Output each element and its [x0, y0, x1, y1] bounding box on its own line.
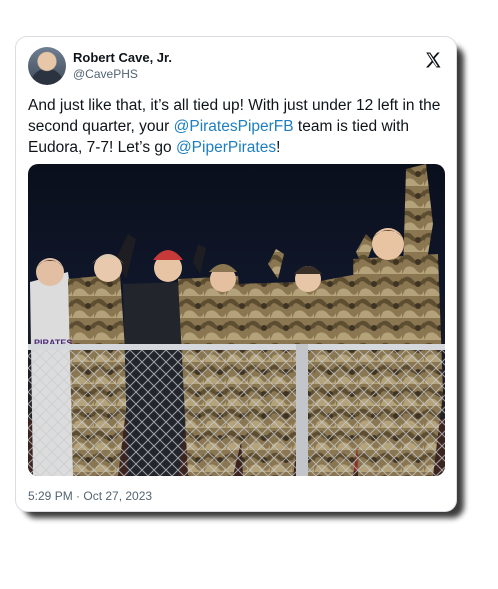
- mention-piratespiperfb[interactable]: @PiratesPiperFB: [174, 118, 294, 135]
- tweet-card: Robert Cave, Jr. @CavePHS And just like …: [15, 36, 457, 512]
- avatar[interactable]: [28, 47, 66, 85]
- crowd-photo-illustration: PIRATES: [28, 164, 445, 476]
- x-logo-icon[interactable]: [424, 51, 442, 69]
- tweet-timestamp[interactable]: 5:29 PM · Oct 27, 2023: [28, 489, 152, 503]
- tweet-header: Robert Cave, Jr. @CavePHS: [28, 47, 444, 87]
- author-handle[interactable]: @CavePHS: [73, 67, 138, 81]
- author-name[interactable]: Robert Cave, Jr.: [73, 50, 172, 65]
- tweet-text-part3: !: [276, 139, 281, 156]
- tweet-text: And just like that, it’s all tied up! Wi…: [28, 95, 446, 158]
- mention-piperpirates[interactable]: @PiperPirates: [176, 139, 276, 156]
- tweet-photo[interactable]: PIRATES: [28, 164, 445, 476]
